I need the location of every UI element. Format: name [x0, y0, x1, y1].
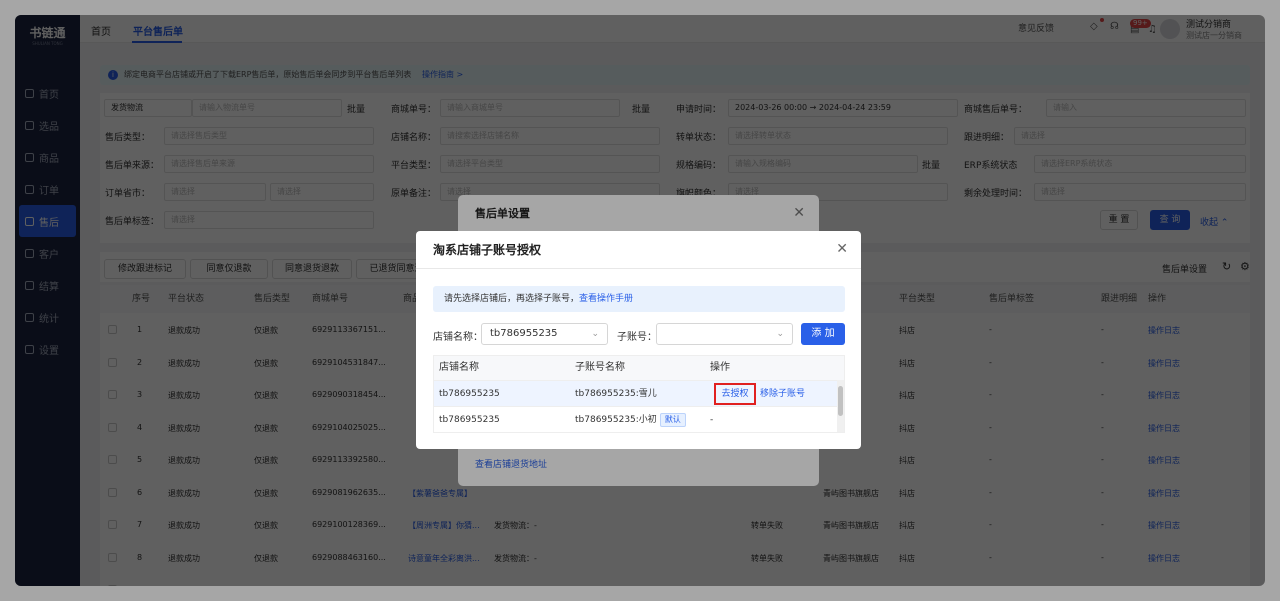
row-store: tb786955235 — [439, 415, 500, 425]
close-icon[interactable]: ✕ — [836, 241, 848, 257]
row-subaccount-text: tb786955235:小初 — [575, 415, 657, 425]
remove-subaccount-link[interactable]: 移除子账号 — [760, 381, 805, 407]
table-row: tb786955235 tb786955235:雪儿 去授权 移除子账号 — [434, 380, 839, 406]
table-scrollbar[interactable] — [837, 380, 844, 432]
add-button[interactable]: 添 加 — [801, 323, 845, 345]
store-name-label: 店铺名称： — [433, 332, 483, 343]
subaccount-table: 店铺名称 子账号名称 操作 tb786955235 tb786955235:雪儿… — [433, 355, 845, 433]
subaccount-select[interactable]: ⌄ — [656, 323, 793, 345]
manual-link[interactable]: 查看操作手册 — [579, 294, 633, 304]
col-store-name: 店铺名称 — [439, 356, 479, 380]
col-operation: 操作 — [710, 356, 730, 380]
row-store: tb786955235 — [439, 389, 500, 399]
chevron-down-icon: ⌄ — [776, 329, 784, 339]
subaccount-label: 子账号： — [617, 332, 657, 343]
default-tag: 默认 — [659, 413, 686, 427]
dialog-title: 淘系店铺子账号授权 — [416, 231, 861, 269]
tip-text: 请先选择店铺后，再选择子账号， — [444, 294, 580, 304]
chevron-down-icon: ⌄ — [591, 329, 599, 339]
scrollbar-thumb[interactable] — [838, 386, 843, 416]
authorize-button[interactable]: 去授权 — [714, 383, 756, 405]
col-subaccount: 子账号名称 — [575, 356, 625, 380]
row-operation: - — [710, 415, 714, 425]
row-subaccount: tb786955235:雪儿 — [575, 389, 657, 399]
dialog-tip: 请先选择店铺后，再选择子账号，查看操作手册 — [433, 286, 845, 312]
row-subaccount: tb786955235:小初 默认 — [575, 407, 686, 432]
store-name-select[interactable]: tb786955235 ⌄ — [481, 323, 608, 345]
store-name-value: tb786955235 — [490, 328, 558, 339]
table-row: tb786955235 tb786955235:小初 默认 - — [434, 406, 839, 432]
subaccount-auth-dialog: 淘系店铺子账号授权 ✕ 请先选择店铺后，再选择子账号，查看操作手册 店铺名称： … — [416, 231, 861, 449]
